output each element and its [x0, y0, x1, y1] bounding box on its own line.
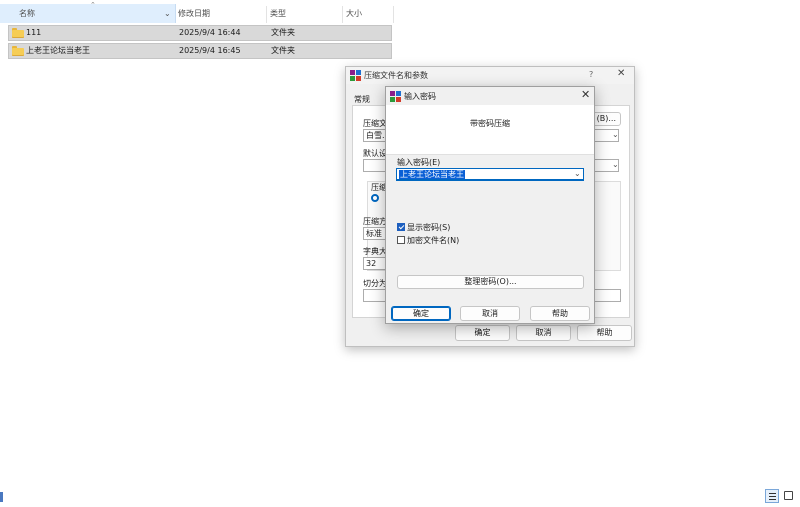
tab-general[interactable]: 常规	[354, 94, 370, 105]
password-dialog-title: 输入密码	[404, 92, 436, 101]
folder-icon	[12, 46, 24, 56]
dictionary-value: 32	[366, 259, 377, 268]
organize-passwords-button[interactable]: 整理密码(O)...	[397, 275, 584, 289]
password-help-button[interactable]: 帮助	[530, 306, 590, 321]
file-type: 文件夹	[271, 46, 295, 55]
encrypt-filenames-label[interactable]: 加密文件名(N)	[407, 235, 459, 246]
chevron-down-icon[interactable]: ⌄	[574, 169, 581, 178]
chevron-down-icon[interactable]: ⌄	[612, 130, 619, 139]
archive-cancel-button[interactable]: 取消	[516, 325, 571, 341]
password-value: 上老王论坛当老王	[399, 170, 465, 179]
dictionary-label: 字典大	[363, 247, 387, 256]
chevron-down-icon[interactable]: ⌄	[164, 4, 171, 23]
file-date: 2025/9/4 16:45	[179, 46, 241, 55]
column-divider[interactable]	[266, 6, 267, 23]
show-password-label[interactable]: 显示密码(S)	[407, 222, 450, 233]
archive-name-label: 压缩文	[363, 119, 387, 128]
column-header-type[interactable]: 类型	[270, 4, 286, 23]
password-ok-button[interactable]: 确定	[391, 306, 451, 321]
password-cancel-button[interactable]: 取消	[460, 306, 520, 321]
default-settings-label: 默认设	[363, 149, 387, 158]
archive-help-button[interactable]: 帮助	[577, 325, 632, 341]
encrypt-filenames-checkbox[interactable]	[397, 236, 405, 244]
archive-dialog-title: 压缩文件名和参数	[364, 71, 428, 80]
tiles-view-icon[interactable]	[782, 489, 796, 503]
split-label: 切分为	[363, 279, 387, 288]
file-name: 111	[26, 28, 42, 37]
method-value: 标准	[366, 229, 382, 238]
archive-dialog-titlebar[interactable]: 压缩文件名和参数 ? ✕	[346, 67, 634, 84]
password-input[interactable]: 上老王论坛当老王	[396, 168, 584, 181]
chevron-down-icon[interactable]: ⌄	[612, 160, 619, 169]
status-bar-marker	[0, 492, 3, 502]
password-dialog-heading: 带密码压缩	[470, 119, 510, 128]
folder-icon	[12, 28, 24, 38]
archive-ok-button[interactable]: 确定	[455, 325, 510, 341]
close-icon[interactable]: ✕	[617, 68, 625, 79]
help-icon[interactable]: ?	[589, 70, 593, 79]
password-dialog-titlebar[interactable]: 输入密码 ✕	[386, 87, 594, 105]
column-header-name[interactable]: 名称 ⌃ ⌄	[0, 1, 176, 23]
winrar-icon	[350, 70, 361, 81]
column-header-size[interactable]: 大小	[346, 4, 362, 23]
format-radio[interactable]	[371, 194, 379, 202]
column-name-label: 名称	[19, 9, 35, 18]
column-divider[interactable]	[393, 6, 394, 23]
method-label: 压缩方	[363, 217, 387, 226]
column-header-row: 名称 ⌃ ⌄ 修改日期 类型 大小	[0, 1, 394, 23]
file-date: 2025/9/4 16:44	[179, 28, 241, 37]
file-type: 文件夹	[271, 28, 295, 37]
file-row[interactable]: 上老王论坛当老王 2025/9/4 16:45 文件夹	[8, 43, 392, 59]
column-header-date[interactable]: 修改日期	[178, 4, 210, 23]
password-label: 输入密码(E)	[397, 158, 441, 167]
column-divider[interactable]	[342, 6, 343, 23]
file-name: 上老王论坛当老王	[26, 46, 90, 55]
close-icon[interactable]: ✕	[581, 88, 590, 101]
password-dialog-header: 带密码压缩	[386, 105, 594, 155]
password-dialog: 输入密码 ✕ 带密码压缩 输入密码(E) 上老王论坛当老王 ⌄ 显示密码(S) …	[385, 86, 595, 324]
details-view-icon[interactable]	[765, 489, 779, 503]
file-row[interactable]: 111 2025/9/4 16:44 文件夹	[8, 25, 392, 41]
show-password-checkbox[interactable]	[397, 223, 405, 231]
winrar-icon	[390, 91, 401, 102]
sort-up-icon: ⌃	[90, 1, 96, 9]
